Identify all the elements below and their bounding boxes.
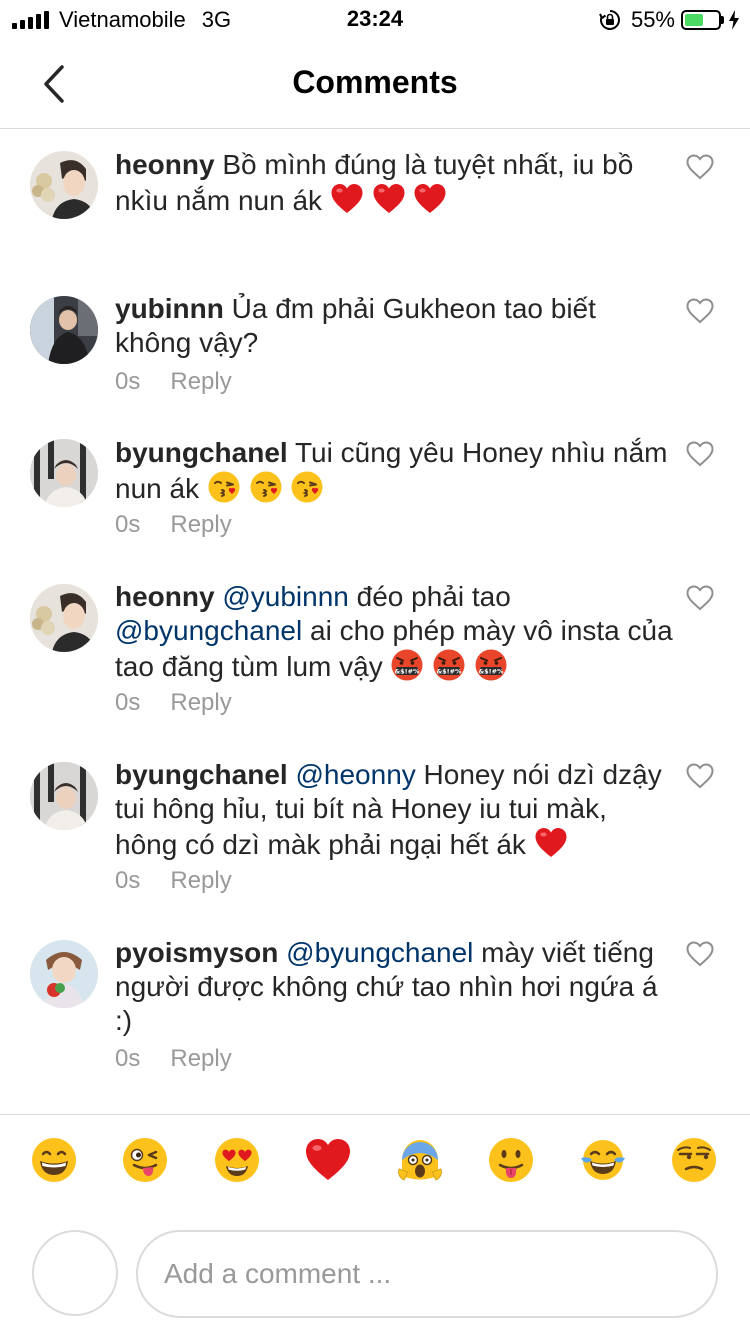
- composer-avatar: [32, 1230, 118, 1316]
- divider: [0, 1114, 750, 1115]
- comment-input[interactable]: Add a comment ...: [136, 1230, 718, 1318]
- reply-button[interactable]: Reply: [170, 368, 231, 396]
- comment-timestamp: 0s: [115, 867, 141, 894]
- comment-body: byungchanel @heonny Honey nói dzì dzậy t…: [115, 758, 675, 862]
- kissing-face-icon: [290, 470, 324, 504]
- red-heart-icon: [413, 182, 447, 216]
- comment-body: byungchanel Tui cũng yêu Honey nhìu nắm …: [115, 436, 675, 506]
- avatar[interactable]: [30, 439, 98, 507]
- kissing-face-icon: [207, 470, 241, 504]
- mention-link[interactable]: @byungchanel: [115, 615, 302, 646]
- grinning-face-icon[interactable]: [30, 1136, 78, 1184]
- comment-username[interactable]: heonny: [115, 149, 215, 180]
- user-photo-icon: [30, 151, 98, 219]
- status-right: 55%: [599, 6, 740, 34]
- tongue-face-icon[interactable]: [487, 1136, 535, 1184]
- comment-meta: 0s Reply: [115, 1045, 232, 1073]
- comment-meta: 0s Reply: [115, 368, 232, 396]
- comment-input-placeholder: Add a comment ...: [164, 1258, 392, 1289]
- avatar[interactable]: [30, 940, 98, 1008]
- comment-username[interactable]: yubinnn: [115, 293, 224, 324]
- mention-link[interactable]: @yubinnn: [222, 581, 349, 612]
- mention-link[interactable]: @heonny: [295, 759, 415, 790]
- battery-percent-label: 55%: [630, 7, 675, 32]
- reply-button[interactable]: Reply: [170, 867, 231, 895]
- kissing-face-icon: [249, 470, 283, 504]
- comment-username[interactable]: byungchanel: [115, 437, 288, 468]
- page-title: Comments: [292, 64, 458, 100]
- comment-timestamp: 0s: [115, 511, 141, 538]
- user-photo-icon: [30, 439, 98, 507]
- emoji-quick-bar: [0, 1136, 750, 1200]
- comment-meta: 0s Reply: [115, 867, 232, 895]
- red-heart-icon: [372, 182, 406, 216]
- reply-button[interactable]: Reply: [170, 511, 231, 539]
- like-heart-icon[interactable]: [686, 298, 714, 324]
- comment-text: đéo phải tao: [348, 581, 511, 612]
- comment-username[interactable]: byungchanel: [115, 759, 288, 790]
- battery-level-fill: [685, 14, 703, 26]
- battery-icon: [681, 10, 721, 30]
- tears-of-joy-face-icon[interactable]: [579, 1136, 627, 1184]
- avatar[interactable]: [30, 296, 98, 364]
- comment-meta: 0s Reply: [115, 511, 232, 539]
- unamused-face-icon[interactable]: [670, 1136, 718, 1184]
- comment-body: heonny @yubinnn đéo phải tao @byungchane…: [115, 580, 675, 684]
- user-photo-icon: [30, 296, 98, 364]
- comment-username[interactable]: pyoismyson: [115, 937, 278, 968]
- comment-username[interactable]: heonny: [115, 581, 215, 612]
- rotation-lock-icon: [599, 10, 620, 30]
- winking-tongue-face-icon[interactable]: [121, 1136, 169, 1184]
- navigation-bar: Comments: [0, 40, 750, 129]
- comment-timestamp: 0s: [115, 689, 141, 716]
- user-photo-icon: [30, 584, 98, 652]
- like-heart-icon[interactable]: [686, 585, 714, 611]
- mention-link[interactable]: @byungchanel: [286, 937, 473, 968]
- screaming-face-icon[interactable]: [396, 1136, 444, 1184]
- battery-cap: [721, 16, 724, 24]
- avatar[interactable]: [30, 151, 98, 219]
- like-heart-icon[interactable]: [686, 763, 714, 789]
- cursing-face-icon: [390, 648, 424, 682]
- reply-button[interactable]: Reply: [170, 689, 231, 717]
- comment-body: yubinnn Ủa đm phải Gukheon tao biết khôn…: [115, 292, 675, 360]
- user-photo-icon: [30, 762, 98, 830]
- comment-body: heonny Bồ mình đúng là tuyệt nhất, iu bồ…: [115, 148, 675, 218]
- comment-timestamp: 0s: [115, 368, 141, 395]
- comment-timestamp: 0s: [115, 1045, 141, 1072]
- cursing-face-icon: [474, 648, 508, 682]
- heart-eyes-face-icon[interactable]: [213, 1136, 261, 1184]
- like-heart-icon[interactable]: [686, 441, 714, 467]
- avatar[interactable]: [30, 762, 98, 830]
- like-heart-icon[interactable]: [686, 941, 714, 967]
- red-heart-icon: [330, 182, 364, 216]
- user-photo-icon: [30, 940, 98, 1008]
- reply-button[interactable]: Reply: [170, 1045, 231, 1073]
- like-heart-icon[interactable]: [686, 154, 714, 180]
- comment-meta: 0s Reply: [115, 689, 232, 717]
- red-heart-icon: [534, 826, 568, 860]
- status-bar: Vietnamobile 3G 23:24 55%: [0, 0, 750, 40]
- charging-bolt-icon: [729, 10, 739, 30]
- avatar[interactable]: [30, 584, 98, 652]
- comment-body: pyoismyson @byungchanel mày viết tiếng n…: [115, 936, 675, 1038]
- red-heart-icon[interactable]: [304, 1136, 352, 1184]
- cursing-face-icon: [432, 648, 466, 682]
